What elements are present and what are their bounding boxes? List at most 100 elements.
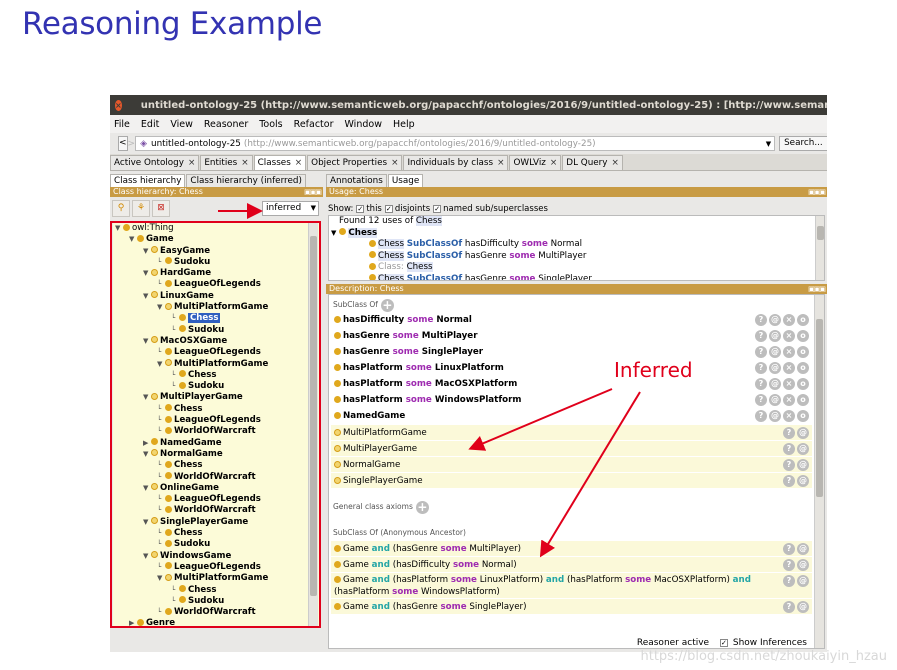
asserted-superclass-row[interactable]: hasGenre some MultiPlayer? @ × o — [331, 328, 812, 344]
view-controls-icon[interactable]: ▣▣▣ — [808, 284, 826, 294]
add-gca-button[interactable]: + — [415, 500, 429, 514]
show-inferences-checkbox[interactable]: ✓ — [719, 639, 728, 647]
usage-scrollbar[interactable] — [815, 216, 824, 280]
close-window-icon[interactable]: × — [115, 99, 122, 111]
explain-icon[interactable]: ? — [783, 575, 795, 587]
ontology-selector[interactable]: ◈ untitled-ontology-25 (http://www.seman… — [135, 136, 776, 151]
edit-icon[interactable]: o — [797, 410, 809, 422]
anonymous-ancestor-row[interactable]: Game and (hasDifficulty some Normal)? @ — [331, 556, 812, 572]
annotate-icon[interactable]: @ — [769, 410, 781, 422]
tab-class-hierarchy[interactable]: Class hierarchy — [110, 174, 186, 187]
asserted-superclass-row[interactable]: NamedGame ? @ × o — [331, 408, 812, 424]
edit-icon[interactable]: o — [797, 394, 809, 406]
inferred-superclass-row[interactable]: NormalGame? @ — [331, 456, 812, 472]
annotate-icon[interactable]: @ — [769, 378, 781, 390]
tab-active-ontology[interactable]: Active Ontology × — [110, 155, 200, 170]
this-checkbox[interactable]: ✓ — [356, 205, 365, 213]
usage-row[interactable]: Chess SubClassOf hasGenre some MultiPlay… — [329, 250, 824, 263]
close-tab-icon[interactable]: × — [612, 158, 619, 168]
tab-class-hierarchy-inferred[interactable]: Class hierarchy (inferred) — [186, 174, 306, 187]
annotate-icon[interactable]: @ — [797, 459, 809, 471]
forward-button[interactable]: > — [128, 139, 136, 149]
edit-icon[interactable]: o — [797, 346, 809, 358]
inferred-superclass-row[interactable]: MultiPlayerGame? @ — [331, 440, 812, 456]
add-subclass-icon[interactable]: ⚲ — [112, 199, 130, 217]
annotate-icon[interactable]: @ — [769, 346, 781, 358]
asserted-superclass-row[interactable]: hasGenre some SinglePlayer? @ × o — [331, 344, 812, 360]
close-tab-icon[interactable]: × — [497, 158, 504, 168]
asserted-superclass-row[interactable]: hasPlatform some WindowsPlatform? @ × o — [331, 392, 812, 408]
annotate-icon[interactable]: @ — [769, 330, 781, 342]
annotate-icon[interactable]: @ — [769, 362, 781, 374]
delete-icon[interactable]: × — [783, 314, 795, 326]
menu-view[interactable]: View — [170, 119, 193, 130]
menu-tools[interactable]: Tools — [259, 119, 282, 130]
inferred-superclass-row[interactable]: MultiPlatformGame? @ — [331, 424, 812, 440]
explain-icon[interactable]: ? — [783, 443, 795, 455]
delete-icon[interactable]: × — [783, 378, 795, 390]
explain-icon[interactable]: ? — [755, 330, 767, 342]
anonymous-ancestor-row[interactable]: Game and (hasGenre some MultiPlayer)? @ — [331, 540, 812, 556]
usage-root[interactable]: ▼ Chess — [329, 227, 824, 240]
annotate-icon[interactable]: @ — [769, 314, 781, 326]
search-button[interactable]: Search... — [779, 136, 827, 151]
close-tab-icon[interactable]: × — [391, 158, 398, 168]
delete-icon[interactable]: × — [783, 410, 795, 422]
annotate-icon[interactable]: @ — [797, 443, 809, 455]
delete-icon[interactable]: × — [783, 346, 795, 358]
tab-entities[interactable]: Entities × — [200, 155, 253, 170]
disjoints-checkbox[interactable]: ✓ — [384, 205, 393, 213]
tab-classes[interactable]: Classes × — [253, 155, 307, 170]
explain-icon[interactable]: ? — [783, 427, 795, 439]
tab-individuals-by-class[interactable]: Individuals by class × — [403, 155, 509, 170]
edit-icon[interactable]: o — [797, 330, 809, 342]
edit-icon[interactable]: o — [797, 362, 809, 374]
view-controls-icon[interactable]: ▣▣▣ — [808, 187, 826, 197]
tab-object-properties[interactable]: Object Properties × — [307, 155, 403, 170]
explain-icon[interactable]: ? — [755, 362, 767, 374]
usage-row[interactable]: Class: Chess — [329, 262, 824, 274]
edit-icon[interactable]: o — [797, 314, 809, 326]
explain-icon[interactable]: ? — [755, 346, 767, 358]
explain-icon[interactable]: ? — [783, 559, 795, 571]
annotate-icon[interactable]: @ — [797, 475, 809, 487]
close-tab-icon[interactable]: × — [550, 158, 557, 168]
explain-icon[interactable]: ? — [783, 459, 795, 471]
menu-window[interactable]: Window — [345, 119, 382, 130]
close-tab-icon[interactable]: × — [295, 158, 302, 168]
usage-row[interactable]: Chess SubClassOf hasGenre some SinglePla… — [329, 273, 824, 280]
annotate-icon[interactable]: @ — [797, 601, 809, 613]
usage-list[interactable]: Found 12 uses of Chess ▼ Chess Chess Sub… — [328, 215, 825, 281]
explain-icon[interactable]: ? — [755, 410, 767, 422]
tab-owlviz[interactable]: OWLViz × — [509, 155, 562, 170]
annotate-icon[interactable]: @ — [769, 394, 781, 406]
back-button[interactable]: < — [118, 136, 128, 151]
delete-icon[interactable]: × — [783, 362, 795, 374]
close-tab-icon[interactable]: × — [241, 158, 248, 168]
menu-reasoner[interactable]: Reasoner — [204, 119, 248, 130]
explain-icon[interactable]: ? — [755, 314, 767, 326]
menu-refactor[interactable]: Refactor — [294, 119, 334, 130]
annotate-icon[interactable]: @ — [797, 575, 809, 587]
anonymous-ancestor-row[interactable]: Game and (hasGenre some SinglePlayer)? @ — [331, 598, 812, 614]
tab-dl-query[interactable]: DL Query × — [562, 155, 623, 170]
anonymous-ancestor-row[interactable]: Game and (hasPlatform some LinuxPlatform… — [331, 572, 812, 598]
add-sibling-icon[interactable]: ⚘ — [132, 199, 150, 217]
explain-icon[interactable]: ? — [755, 378, 767, 390]
delete-icon[interactable]: × — [783, 394, 795, 406]
annotate-icon[interactable]: @ — [797, 427, 809, 439]
explain-icon[interactable]: ? — [783, 601, 795, 613]
annotate-icon[interactable]: @ — [797, 543, 809, 555]
delete-icon[interactable]: × — [783, 330, 795, 342]
named-subsuper-checkbox[interactable]: ✓ — [433, 205, 442, 213]
hierarchy-mode-select[interactable]: inferred ▼ — [262, 200, 319, 216]
inferred-superclass-row[interactable]: SinglePlayerGame? @ — [331, 472, 812, 488]
tab-usage[interactable]: Usage — [387, 174, 424, 187]
menu-help[interactable]: Help — [393, 119, 415, 130]
add-superclass-button[interactable]: + — [380, 298, 394, 312]
delete-class-icon[interactable]: ⊠ — [152, 199, 170, 217]
explain-icon[interactable]: ? — [783, 543, 795, 555]
description-list[interactable]: SubClass Of + hasDifficulty some Normal?… — [328, 294, 825, 649]
asserted-superclass-row[interactable]: hasPlatform some LinuxPlatform? @ × o — [331, 360, 812, 376]
view-controls-icon[interactable]: ▣▣▣ — [304, 187, 322, 197]
